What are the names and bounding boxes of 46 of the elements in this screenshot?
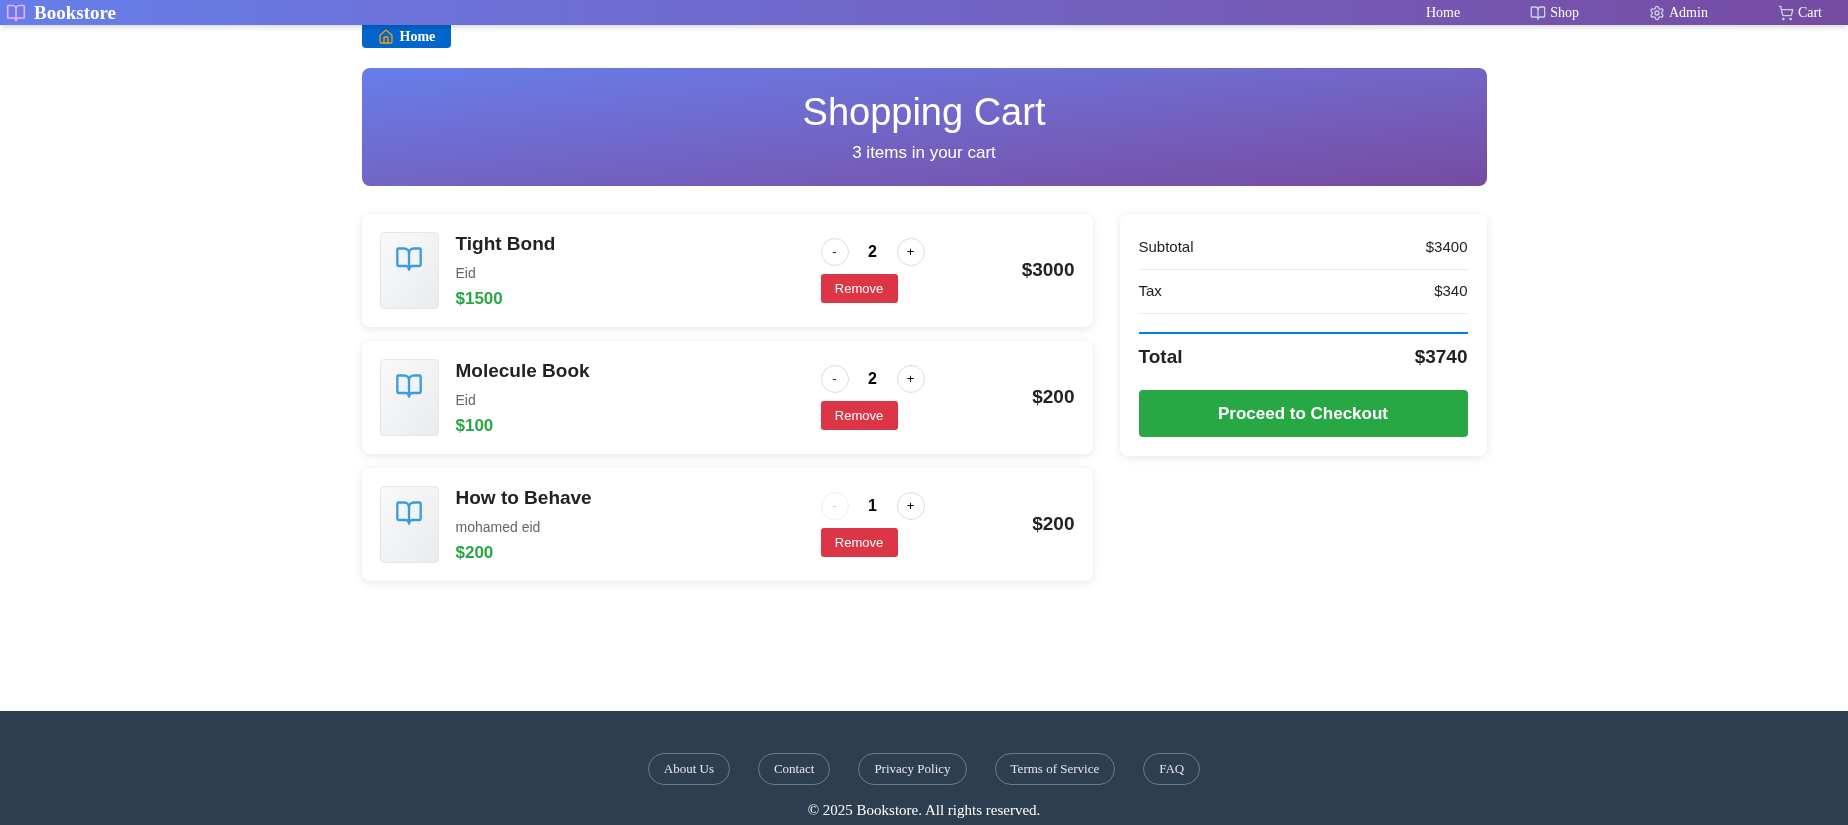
quantity-value: 1 [867, 496, 878, 516]
remove-button[interactable]: Remove [820, 528, 898, 557]
book-icon [1530, 4, 1547, 21]
summary-value: $3400 [1425, 237, 1468, 258]
line-total: $3000 [1020, 258, 1075, 283]
increase-button[interactable]: + [896, 365, 925, 393]
open-book-icon [395, 372, 423, 400]
home-button[interactable]: Home [361, 25, 452, 48]
summary-value: $340 [1434, 281, 1468, 302]
book-author: Eid [455, 390, 477, 410]
book-logo-icon [6, 2, 26, 23]
page-title: Shopping Cart [802, 89, 1046, 135]
nav-link[interactable]: Cart [1777, 3, 1822, 22]
brand-name[interactable]: Bookstore [34, 1, 116, 24]
remove-button[interactable]: Remove [820, 274, 898, 303]
unit-price: $100 [455, 414, 495, 437]
nav-link[interactable]: Admin [1649, 3, 1708, 22]
nav-link[interactable]: Shop [1530, 3, 1579, 22]
decrease-button[interactable]: - [820, 365, 849, 393]
unit-price: $200 [455, 541, 495, 564]
summary-label: Subtotal [1138, 237, 1194, 258]
decrease-button[interactable]: - [820, 238, 849, 266]
book-title: Tight Bond [455, 232, 556, 256]
quantity-value: 2 [867, 369, 878, 389]
book-author: Eid [455, 263, 477, 283]
open-book-icon [395, 499, 423, 527]
unit-price: $1500 [455, 287, 504, 310]
book-title: Molecule Book [455, 359, 590, 383]
summary-label: Tax [1138, 281, 1162, 302]
remove-button[interactable]: Remove [820, 401, 898, 430]
increase-button[interactable]: + [896, 238, 925, 266]
cart-icon [1777, 4, 1794, 21]
total-value: $3740 [1414, 344, 1468, 369]
book-title: How to Behave [455, 486, 592, 510]
open-book-icon [395, 245, 423, 273]
total-label: Total [1138, 344, 1183, 369]
increase-button[interactable]: + [896, 492, 925, 520]
copyright-text: © 2025 Bookstore. All rights reserved. [807, 800, 1041, 820]
gear-icon [1649, 4, 1665, 21]
line-total: $200 [1031, 385, 1075, 410]
line-total: $200 [1031, 512, 1075, 537]
quantity-value: 2 [867, 242, 878, 262]
house-icon [377, 28, 394, 45]
item-count-text: 3 items in your cart [852, 142, 996, 164]
book-author: mohamed eid [455, 517, 542, 537]
nav-link[interactable]: Home [1426, 3, 1461, 22]
